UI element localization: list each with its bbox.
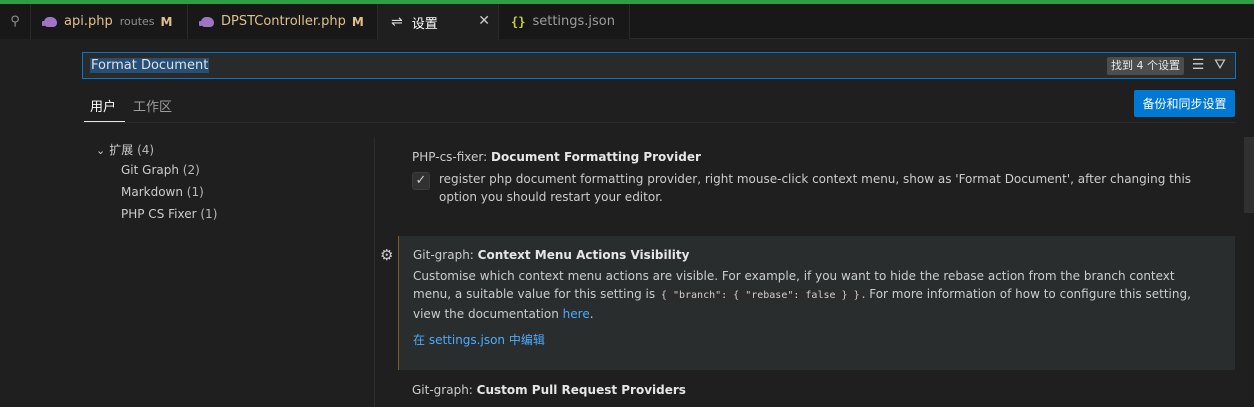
php-elephant-icon (42, 16, 57, 27)
modified-badge: M (160, 14, 173, 29)
toc-label: Git Graph (121, 163, 179, 177)
modified-badge: M (351, 14, 364, 29)
tab-dpstcontroller-php[interactable]: DPSTController.php M (188, 4, 378, 39)
tab-label: DPSTController.php (221, 14, 346, 29)
pin-tab-button[interactable]: ⚲ (0, 4, 31, 39)
close-icon[interactable]: ✕ (478, 13, 490, 29)
setting-category: PHP-cs-fixer: (412, 150, 491, 164)
json-braces-icon: {} (511, 14, 526, 29)
tab-label: settings.json (532, 14, 616, 29)
setting-name: Custom Pull Request Providers (476, 383, 686, 397)
desc-text: . (589, 307, 594, 321)
setting-context-menu-actions-visibility: Git-graph: Context Menu Actions Visibili… (398, 236, 1235, 370)
code-snippet: { "branch": { "rebase": false } } (658, 289, 862, 302)
toc-label: Markdown (121, 185, 183, 199)
tab-label: api.php (64, 14, 113, 29)
toc-count: (2) (182, 163, 200, 177)
tab-api-php[interactable]: api.php routes M (31, 4, 188, 39)
tab-user-settings[interactable]: 用户 (84, 96, 125, 122)
toc-count: (4) (137, 143, 155, 157)
settings-search-box[interactable]: Format Document 找到 4 个设置 ☰ ⛛ (82, 52, 1236, 79)
toc-item-markdown[interactable]: Markdown (1) (121, 185, 204, 199)
setting-description: register php document formatting provide… (439, 172, 1192, 204)
backup-and-sync-button[interactable]: 备份和同步设置 (1134, 90, 1235, 117)
php-elephant-icon (199, 16, 214, 27)
gear-icon[interactable]: ⚙ (380, 246, 393, 264)
scope-divider (82, 122, 1236, 123)
setting-name: Context Menu Actions Visibility (477, 248, 690, 262)
tab-settings-json[interactable]: {} settings.json (499, 4, 630, 39)
setting-description: Customise which context menu actions are… (413, 267, 1213, 323)
search-input[interactable]: Format Document (90, 58, 210, 73)
tab-workspace-settings[interactable]: 工作区 (133, 96, 172, 122)
edit-in-settings-json-link[interactable]: 在 settings.json 中编辑 (413, 331, 1235, 348)
clear-filter-icon[interactable]: ☰ (1190, 57, 1206, 75)
toc-label: 扩展 (109, 143, 134, 157)
formatting-provider-checkbox[interactable]: ✓ (412, 172, 430, 190)
toc-label: PHP CS Fixer (121, 207, 197, 221)
tab-settings[interactable]: ⇌ 设置 ✕ (378, 4, 499, 40)
toc-count: (1) (200, 207, 218, 221)
setting-category: Git-graph: (413, 248, 478, 262)
tab-description: routes (119, 15, 155, 28)
tab-label: 设置 (411, 16, 438, 32)
toc-item-git-graph[interactable]: Git Graph (2) (121, 163, 200, 177)
setting-php-cs-fixer-formatting-provider: PHP-cs-fixer: Document Formatting Provid… (398, 150, 1235, 220)
setting-title: Git-graph: Custom Pull Request Providers (412, 383, 1235, 397)
check-icon: ✓ (415, 173, 427, 188)
documentation-link[interactable]: here (563, 307, 590, 321)
toc-divider (374, 137, 375, 407)
pin-icon: ⚲ (10, 14, 20, 29)
settings-scrollbar[interactable] (1244, 137, 1254, 213)
chevron-down-icon: ⌄ (96, 144, 106, 157)
toc-item-extensions[interactable]: ⌄ 扩展 (4) (96, 141, 154, 158)
results-count-badge: 找到 4 个设置 (1107, 57, 1184, 75)
setting-custom-pull-request-providers: Git-graph: Custom Pull Request Providers (398, 383, 1235, 407)
setting-category: Git-graph: (412, 383, 477, 397)
filter-icon[interactable]: ⛛ (1212, 57, 1228, 75)
toc-item-php-cs-fixer[interactable]: PHP CS Fixer (1) (121, 207, 217, 221)
setting-title: Git-graph: Context Menu Actions Visibili… (413, 248, 1235, 262)
toc-count: (1) (186, 185, 204, 199)
settings-sliders-icon: ⇌ (391, 14, 403, 30)
setting-name: Document Formatting Provider (491, 150, 701, 164)
editor-tab-bar: ⚲ api.php routes M DPSTController.php M … (0, 4, 1254, 40)
setting-title: PHP-cs-fixer: Document Formatting Provid… (412, 150, 1235, 164)
